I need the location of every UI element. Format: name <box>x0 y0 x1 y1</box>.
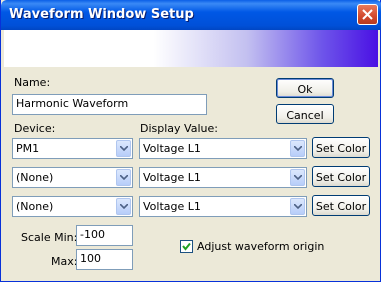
name-input[interactable]: Harmonic Waveform <box>12 94 207 115</box>
dropdown-button[interactable] <box>116 198 131 215</box>
scale-min-input[interactable]: -100 <box>76 225 133 246</box>
cancel-button-label: Cancel <box>286 109 324 122</box>
set-color-button-3[interactable]: Set Color <box>312 195 370 216</box>
display-value-label: Display Value: <box>140 122 218 135</box>
device-select-3[interactable]: (None) <box>12 196 133 217</box>
chevron-down-icon <box>120 146 128 151</box>
window-title: Waveform Window Setup <box>9 7 194 22</box>
display-value-select-3-value: Voltage L1 <box>143 200 201 213</box>
name-label: Name: <box>14 76 51 89</box>
device-select-3-value: (None) <box>16 200 54 213</box>
chevron-down-icon <box>120 204 128 209</box>
dialog-window: Waveform Window Setup Name: Harmonic Wav… <box>0 0 381 282</box>
close-button[interactable] <box>357 4 378 25</box>
set-color-button-1-label: Set Color <box>315 142 367 155</box>
display-value-select-1-value: Voltage L1 <box>143 142 201 155</box>
set-color-button-3-label: Set Color <box>315 200 367 213</box>
set-color-button-2[interactable]: Set Color <box>312 166 370 187</box>
display-value-select-1[interactable]: Voltage L1 <box>139 138 307 159</box>
chevron-down-icon <box>294 204 302 209</box>
cancel-button[interactable]: Cancel <box>276 104 334 124</box>
set-color-button-2-label: Set Color <box>315 171 367 184</box>
device-select-2[interactable]: (None) <box>12 167 133 188</box>
chevron-down-icon <box>294 175 302 180</box>
dropdown-button[interactable] <box>290 140 305 157</box>
scale-min-label: Scale Min: <box>21 231 78 244</box>
ok-button-label: Ok <box>297 83 313 96</box>
adjust-origin-label[interactable]: Adjust waveform origin <box>197 240 324 253</box>
set-color-button-1[interactable]: Set Color <box>312 137 370 158</box>
display-value-select-2[interactable]: Voltage L1 <box>139 167 307 188</box>
header-banner <box>4 30 378 67</box>
device-select-1[interactable]: PM1 <box>12 138 133 159</box>
checkmark-icon <box>182 242 191 251</box>
device-select-2-value: (None) <box>16 171 54 184</box>
device-select-1-value: PM1 <box>16 142 40 155</box>
dropdown-button[interactable] <box>116 169 131 186</box>
scale-max-input[interactable]: 100 <box>76 249 133 270</box>
display-value-select-3[interactable]: Voltage L1 <box>139 196 307 217</box>
adjust-origin-checkbox[interactable] <box>180 240 193 253</box>
display-value-select-2-value: Voltage L1 <box>143 171 201 184</box>
ok-button[interactable]: Ok <box>276 78 334 98</box>
dropdown-button[interactable] <box>116 140 131 157</box>
chevron-down-icon <box>294 146 302 151</box>
close-icon <box>362 9 373 20</box>
title-bar[interactable]: Waveform Window Setup <box>1 0 381 30</box>
device-label: Device: <box>14 122 56 135</box>
dropdown-button[interactable] <box>290 198 305 215</box>
dropdown-button[interactable] <box>290 169 305 186</box>
scale-max-label: Max: <box>51 255 78 268</box>
chevron-down-icon <box>120 175 128 180</box>
